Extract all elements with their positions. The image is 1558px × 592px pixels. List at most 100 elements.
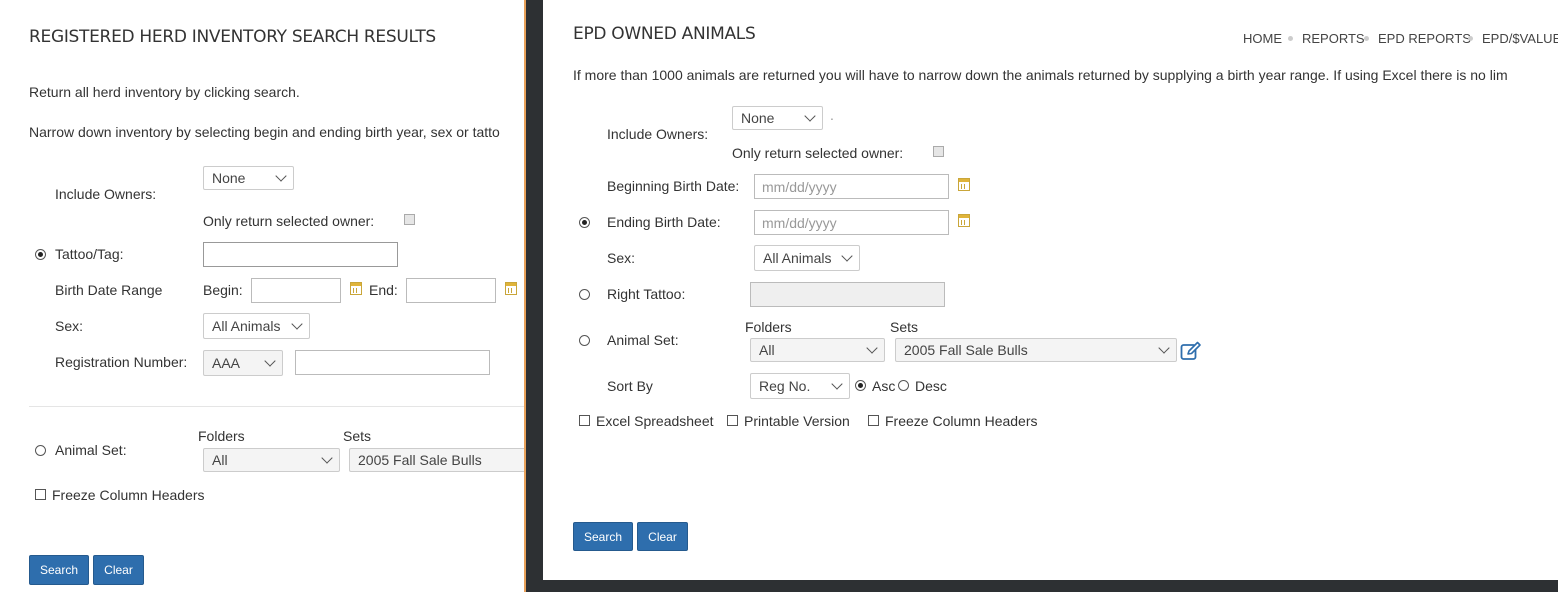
desc-radio[interactable] [898, 380, 909, 391]
animal-set-radio[interactable] [35, 445, 46, 456]
divider [29, 406, 526, 407]
sort-by-label: Sort By [607, 378, 653, 394]
clear-button[interactable]: Clear [93, 555, 144, 585]
desc-label: Desc [915, 378, 947, 394]
asc-label: Asc [872, 378, 896, 394]
chevron-down-icon [264, 355, 276, 367]
sets-label: Sets [343, 428, 372, 444]
right-tattoo-label: Right Tattoo: [607, 286, 686, 302]
chevron-down-icon [804, 110, 816, 122]
sort-by-value: Reg No. [759, 378, 811, 394]
end-date-input[interactable]: mm/dd/yyyy [754, 210, 949, 235]
intro-text: Return all herd inventory by clicking se… [29, 84, 300, 100]
folders-value: All [759, 342, 775, 358]
include-owners-value: None [212, 170, 246, 186]
include-owners-value: None [741, 110, 775, 126]
chevron-down-icon [841, 250, 853, 262]
include-owners-label: Include Owners: [607, 126, 709, 142]
sets-value: 2005 Fall Sale Bulls [358, 452, 482, 468]
breadcrumb-epd-reports[interactable]: EPD REPORTS [1378, 31, 1471, 46]
breadcrumb-separator [1468, 36, 1473, 41]
only-return-label: Only return selected owner: [203, 213, 375, 229]
registration-number-input[interactable] [295, 350, 490, 375]
notice-text: If more than 1000 animals are returned y… [573, 67, 1508, 83]
chevron-down-icon [1158, 342, 1170, 354]
end-label: End: [369, 282, 398, 298]
animal-set-label: Animal Set: [55, 442, 127, 458]
begin-date-label: Beginning Birth Date: [607, 178, 740, 194]
page-title: REGISTERED HERD INVENTORY SEARCH RESULTS [29, 27, 436, 47]
breadcrumb-home[interactable]: HOME [1243, 31, 1282, 46]
folders-label: Folders [745, 319, 792, 335]
folders-select[interactable]: All [750, 338, 885, 362]
panel-title: EPD OWNED ANIMALS [573, 24, 756, 44]
end-date-input[interactable] [406, 278, 496, 303]
epd-panel: EPD OWNED ANIMALS HOME REPORTS EPD REPOR… [543, 0, 1558, 580]
include-owners-label: Include Owners: [55, 186, 157, 202]
sex-select[interactable]: All Animals [203, 313, 310, 339]
freeze-label: Freeze Column Headers [885, 413, 1038, 429]
folders-select[interactable]: All [203, 448, 340, 472]
sets-select[interactable]: 2005 Fall Sale Bulls [349, 448, 526, 472]
printable-checkbox[interactable] [727, 415, 738, 426]
calendar-icon[interactable] [958, 214, 970, 227]
freeze-checkbox[interactable] [35, 489, 46, 500]
calendar-icon[interactable] [350, 282, 362, 295]
include-owners-select[interactable]: None [203, 166, 294, 190]
end-date-radio[interactable] [579, 217, 590, 228]
only-return-label: Only return selected owner: [732, 145, 904, 161]
sex-select[interactable]: All Animals [754, 245, 860, 271]
excel-checkbox[interactable] [579, 415, 590, 426]
intro-text-2: Narrow down inventory by selecting begin… [29, 124, 500, 140]
only-return-checkbox[interactable] [404, 214, 415, 225]
sex-value: All Animals [212, 318, 281, 334]
breadcrumb-epd-value[interactable]: EPD/$VALUE [1482, 31, 1558, 46]
edit-icon[interactable] [1180, 341, 1202, 361]
begin-label: Begin: [203, 282, 243, 298]
registration-type-select[interactable]: AAA [203, 350, 283, 376]
tattoo-radio[interactable] [35, 249, 46, 260]
chevron-down-icon [275, 170, 287, 182]
breadcrumb-separator [1364, 36, 1369, 41]
animal-set-label: Animal Set: [607, 332, 679, 348]
registration-type-value: AAA [212, 355, 241, 371]
chevron-down-icon [866, 342, 878, 354]
only-return-checkbox[interactable] [933, 146, 944, 157]
clear-button[interactable]: Clear [637, 522, 688, 551]
chevron-down-icon [831, 378, 843, 390]
sets-value: 2005 Fall Sale Bulls [904, 342, 1028, 358]
freeze-checkbox[interactable] [868, 415, 879, 426]
animal-set-radio[interactable] [579, 335, 590, 346]
right-tattoo-radio[interactable] [579, 289, 590, 300]
sex-value: All Animals [763, 250, 832, 266]
calendar-icon[interactable] [505, 282, 517, 295]
include-owners-select[interactable]: None [732, 106, 823, 130]
search-button[interactable]: Search [573, 522, 633, 551]
breadcrumb-reports[interactable]: REPORTS [1302, 31, 1365, 46]
chevron-down-icon [291, 318, 303, 330]
end-date-label: Ending Birth Date: [607, 214, 721, 230]
chevron-down-icon [321, 452, 333, 464]
calendar-icon[interactable] [958, 178, 970, 191]
folders-value: All [212, 452, 228, 468]
birth-range-label: Birth Date Range [55, 282, 163, 298]
begin-date-input[interactable]: mm/dd/yyyy [754, 174, 949, 199]
search-button[interactable]: Search [29, 555, 89, 585]
folders-label: Folders [198, 428, 245, 444]
include-owners-suffix: . [830, 107, 834, 123]
overlay-edge [524, 0, 526, 592]
sets-select[interactable]: 2005 Fall Sale Bulls [895, 338, 1177, 362]
tattoo-input[interactable] [203, 242, 398, 267]
breadcrumb-separator [1288, 36, 1293, 41]
asc-radio[interactable] [855, 380, 866, 391]
sets-label: Sets [890, 319, 919, 335]
excel-label: Excel Spreadsheet [596, 413, 714, 429]
sex-label: Sex: [607, 250, 636, 266]
freeze-label: Freeze Column Headers [52, 487, 205, 503]
sort-by-select[interactable]: Reg No. [750, 373, 850, 399]
printable-label: Printable Version [744, 413, 850, 429]
tattoo-label: Tattoo/Tag: [55, 246, 124, 262]
right-tattoo-input[interactable] [750, 282, 945, 307]
registration-label: Registration Number: [55, 354, 188, 370]
begin-date-input[interactable] [251, 278, 341, 303]
